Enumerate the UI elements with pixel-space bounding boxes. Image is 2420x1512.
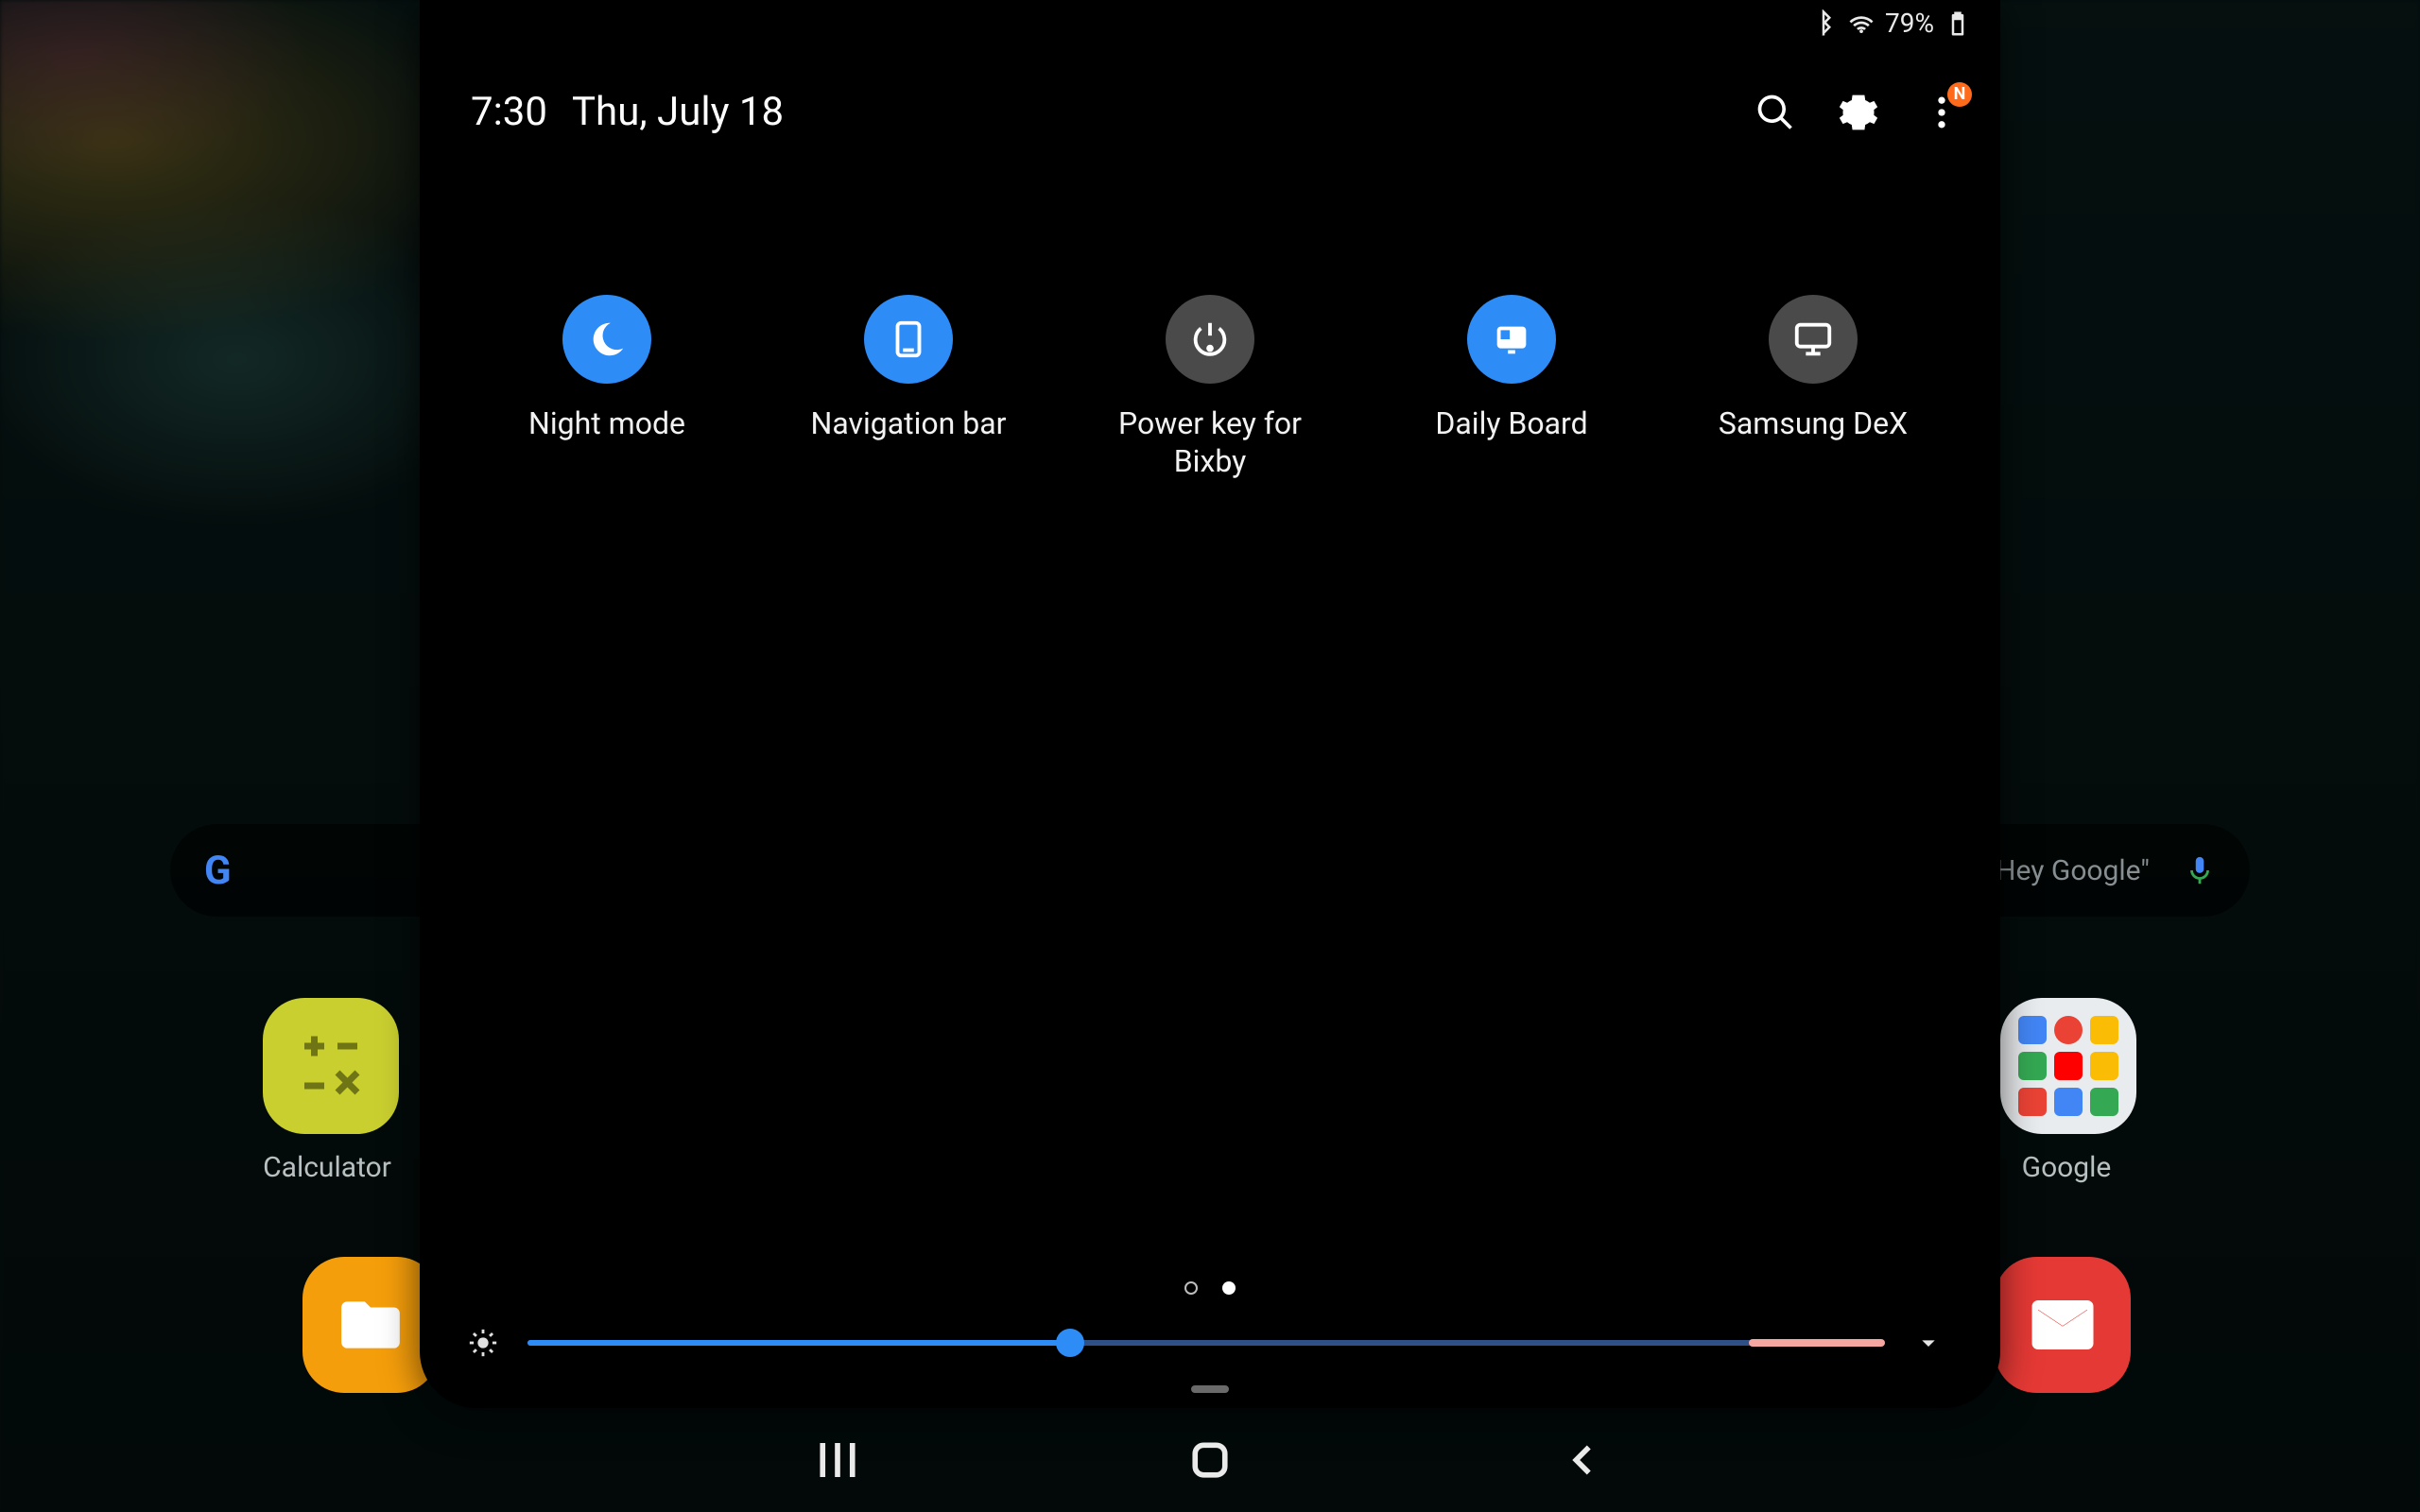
tile-label: Power key for Bixby [1089, 404, 1331, 480]
page-dot-1[interactable] [1222, 1281, 1236, 1295]
tablet-icon [864, 295, 953, 384]
battery-icon [1944, 9, 1972, 38]
files-app-icon[interactable] [302, 1257, 439, 1393]
brightness-slider-thumb[interactable] [1056, 1329, 1084, 1357]
gmail-app-icon[interactable] [1995, 1257, 2131, 1393]
google-g-icon: G [204, 848, 232, 894]
tile-daily-board[interactable]: Daily Board [1391, 295, 1633, 480]
brightness-icon [467, 1327, 499, 1359]
page-dot-0[interactable] [1184, 1281, 1198, 1295]
quick-tiles-row: Night mode Navigation bar Power key for Bi… [486, 295, 1934, 480]
notification-badge: N [1947, 82, 1972, 107]
tile-night-mode[interactable]: Night mode [486, 295, 728, 480]
gear-icon[interactable] [1838, 92, 1879, 133]
status-bar: 79% [1809, 8, 1972, 39]
tile-label: Samsung DeX [1719, 404, 1908, 442]
recents-button[interactable] [812, 1435, 863, 1486]
tile-samsung-dex[interactable]: Samsung DeX [1692, 295, 1934, 480]
google-folder-label: Google [1972, 1151, 2161, 1184]
calculator-app-icon[interactable] [263, 998, 399, 1134]
bluetooth-icon [1809, 9, 1838, 38]
search-icon[interactable] [1754, 92, 1796, 133]
back-button[interactable] [1557, 1435, 1608, 1486]
home-button[interactable] [1184, 1435, 1236, 1486]
panel-handle[interactable] [1191, 1385, 1229, 1393]
brightness-slider-warning-zone [1749, 1339, 1885, 1347]
tile-label: Daily Board [1435, 404, 1587, 442]
calculator-label: Calculator [233, 1151, 422, 1184]
monitor-icon [1769, 295, 1858, 384]
system-nav-bar [0, 1408, 2420, 1512]
wifi-icon [1847, 9, 1876, 38]
more-button[interactable]: N [1921, 92, 1962, 133]
time-date[interactable]: 7:30 Thu, July 18 [471, 89, 784, 135]
google-folder-icon[interactable] [2000, 998, 2136, 1134]
clock-date: Thu, July 18 [572, 89, 784, 135]
tile-label: Navigation bar [811, 404, 1007, 442]
brightness-slider[interactable] [527, 1340, 1885, 1346]
daily-board-icon [1467, 295, 1556, 384]
tile-navigation-bar[interactable]: Navigation bar [787, 295, 1029, 480]
tile-label: Night mode [528, 404, 685, 442]
clock-time: 7:30 [471, 89, 547, 135]
brightness-slider-fill [527, 1340, 1070, 1346]
tile-power-key-bixby[interactable]: Power key for Bixby [1089, 295, 1331, 480]
mic-icon[interactable] [2184, 854, 2216, 886]
quick-settings-panel: 79% 7:30 Thu, July 18 N Night mode Naviga… [420, 0, 2000, 1408]
power-bixby-icon [1166, 295, 1254, 384]
moon-icon [562, 295, 651, 384]
chevron-down-icon[interactable] [1913, 1328, 1944, 1358]
page-indicator[interactable] [1184, 1281, 1236, 1295]
battery-percent: 79% [1885, 8, 1934, 39]
